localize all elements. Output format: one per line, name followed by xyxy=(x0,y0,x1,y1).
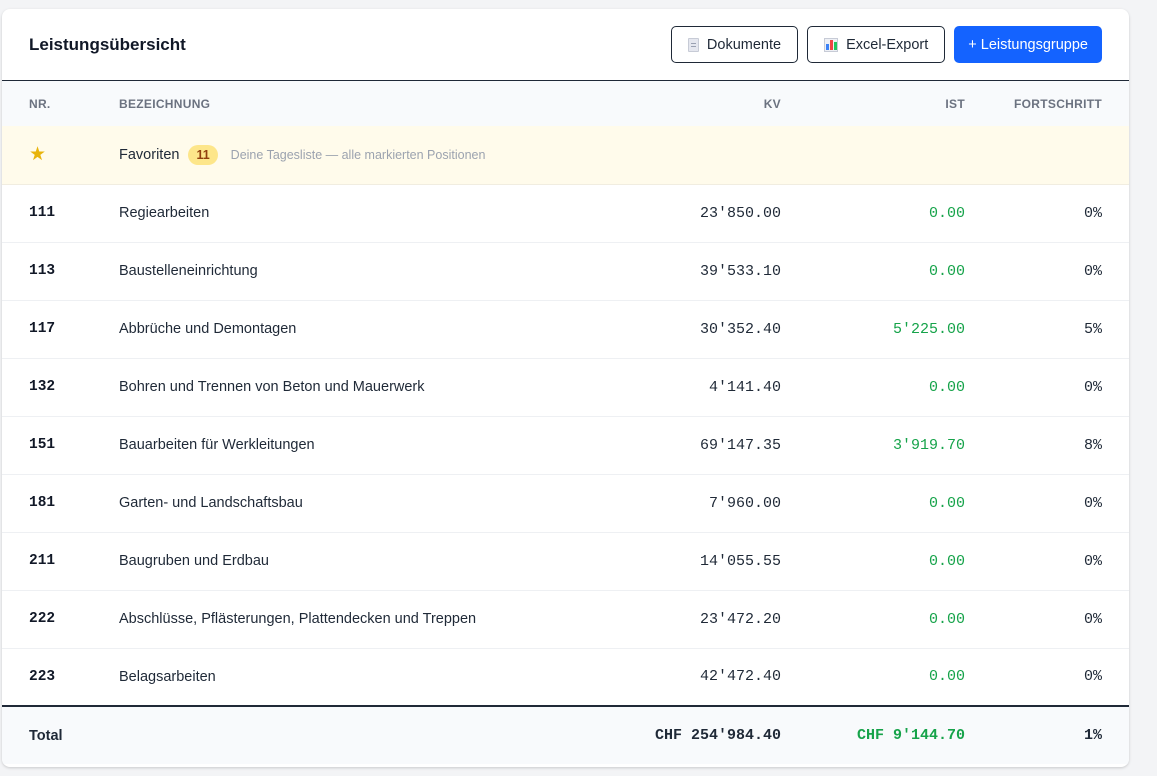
favorites-count-badge: 11 xyxy=(188,144,218,165)
total-kv: CHF 254'984.40 xyxy=(591,705,781,764)
row-ist: 0.00 xyxy=(781,184,965,243)
row-progress: 8% xyxy=(965,416,1129,475)
table-row[interactable]: 211 Baugruben und Erdbau 14'055.55 0.00 … xyxy=(2,532,1129,591)
row-kv: 30'352.40 xyxy=(591,300,781,359)
documents-button[interactable]: Dokumente xyxy=(670,26,799,63)
row-nr: 117 xyxy=(2,300,119,359)
favorites-description: Deine Tagesliste — alle markierten Posit… xyxy=(230,147,486,162)
favorites-row[interactable]: ★ Favoriten 11 Deine Tagesliste — alle m… xyxy=(2,126,1129,185)
column-header-name[interactable]: BEZEICHNUNG xyxy=(119,81,591,126)
card-header: Leistungsübersicht Dokumente Excel-Expor… xyxy=(2,9,1129,81)
column-header-ist[interactable]: IST xyxy=(781,81,965,126)
row-nr: 222 xyxy=(2,590,119,649)
total-ist: CHF 9'144.70 xyxy=(781,705,965,764)
services-overview-card: Leistungsübersicht Dokumente Excel-Expor… xyxy=(2,9,1129,767)
row-kv: 39'533.10 xyxy=(591,242,781,301)
column-header-kv[interactable]: KV xyxy=(591,81,781,126)
row-name: Bohren und Trennen von Beton und Mauerwe… xyxy=(119,358,591,417)
row-progress: 0% xyxy=(965,358,1129,417)
row-nr: 223 xyxy=(2,648,119,707)
row-ist: 5'225.00 xyxy=(781,300,965,359)
table-header-row: NR. BEZEICHNUNG KV IST FORTSCHRITT xyxy=(2,81,1129,126)
row-kv: 69'147.35 xyxy=(591,416,781,475)
header-actions: Dokumente Excel-Export + Leistungsgruppe xyxy=(670,26,1102,63)
row-kv: 23'472.20 xyxy=(591,590,781,649)
total-progress: 1% xyxy=(965,705,1129,764)
excel-export-button[interactable]: Excel-Export xyxy=(807,26,946,63)
documents-button-label: Dokumente xyxy=(706,36,782,53)
row-progress: 5% xyxy=(965,300,1129,359)
row-nr: 211 xyxy=(2,532,119,591)
services-table: NR. BEZEICHNUNG KV IST FORTSCHRITT ★ Fav… xyxy=(2,81,1129,764)
row-ist: 0.00 xyxy=(781,474,965,533)
row-progress: 0% xyxy=(965,590,1129,649)
table-row[interactable]: 222 Abschlüsse, Pflästerungen, Plattende… xyxy=(2,590,1129,649)
row-kv: 14'055.55 xyxy=(591,532,781,591)
row-name: Baustelleneinrichtung xyxy=(119,242,591,301)
row-name: Bauarbeiten für Werkleitungen xyxy=(119,416,591,475)
row-progress: 0% xyxy=(965,474,1129,533)
spreadsheet-icon xyxy=(824,37,839,52)
row-name: Baugruben und Erdbau xyxy=(119,532,591,591)
row-progress: 0% xyxy=(965,648,1129,707)
total-row: Total CHF 254'984.40 CHF 9'144.70 1% xyxy=(2,705,1129,764)
row-name: Belagsarbeiten xyxy=(119,648,591,707)
page-title: Leistungsübersicht xyxy=(29,34,186,54)
document-icon xyxy=(687,37,699,52)
row-ist: 0.00 xyxy=(781,242,965,301)
star-icon: ★ xyxy=(29,144,47,166)
table-row[interactable]: 117 Abbrüche und Demontagen 30'352.40 5'… xyxy=(2,300,1129,359)
row-name: Regiearbeiten xyxy=(119,184,591,243)
row-name: Abbrüche und Demontagen xyxy=(119,300,591,359)
row-nr: 181 xyxy=(2,474,119,533)
column-header-nr[interactable]: NR. xyxy=(2,81,119,126)
table-row[interactable]: 111 Regiearbeiten 23'850.00 0.00 0% xyxy=(2,184,1129,243)
row-ist: 0.00 xyxy=(781,532,965,591)
excel-export-button-label: Excel-Export xyxy=(846,36,929,53)
row-ist: 0.00 xyxy=(781,590,965,649)
table-row[interactable]: 223 Belagsarbeiten 42'472.40 0.00 0% xyxy=(2,648,1129,707)
row-kv: 23'850.00 xyxy=(591,184,781,243)
row-kv: 4'141.40 xyxy=(591,358,781,417)
table-row[interactable]: 132 Bohren und Trennen von Beton und Mau… xyxy=(2,358,1129,417)
row-progress: 0% xyxy=(965,532,1129,591)
favorites-label: Favoriten xyxy=(119,146,180,163)
row-kv: 7'960.00 xyxy=(591,474,781,533)
add-service-group-button[interactable]: + Leistungsgruppe xyxy=(954,26,1102,63)
table-row[interactable]: 151 Bauarbeiten für Werkleitungen 69'147… xyxy=(2,416,1129,475)
table-row[interactable]: 181 Garten- und Landschaftsbau 7'960.00 … xyxy=(2,474,1129,533)
row-progress: 0% xyxy=(965,242,1129,301)
column-header-progress[interactable]: FORTSCHRITT xyxy=(965,81,1129,126)
table-row[interactable]: 113 Baustelleneinrichtung 39'533.10 0.00… xyxy=(2,242,1129,301)
row-kv: 42'472.40 xyxy=(591,648,781,707)
row-nr: 132 xyxy=(2,358,119,417)
row-ist: 0.00 xyxy=(781,358,965,417)
row-progress: 0% xyxy=(965,184,1129,243)
row-ist: 3'919.70 xyxy=(781,416,965,475)
total-label: Total xyxy=(2,705,119,764)
row-nr: 113 xyxy=(2,242,119,301)
row-nr: 151 xyxy=(2,416,119,475)
row-nr: 111 xyxy=(2,184,119,243)
row-name: Garten- und Landschaftsbau xyxy=(119,474,591,533)
row-ist: 0.00 xyxy=(781,648,965,707)
row-name: Abschlüsse, Pflästerungen, Plattendecken… xyxy=(119,590,591,649)
